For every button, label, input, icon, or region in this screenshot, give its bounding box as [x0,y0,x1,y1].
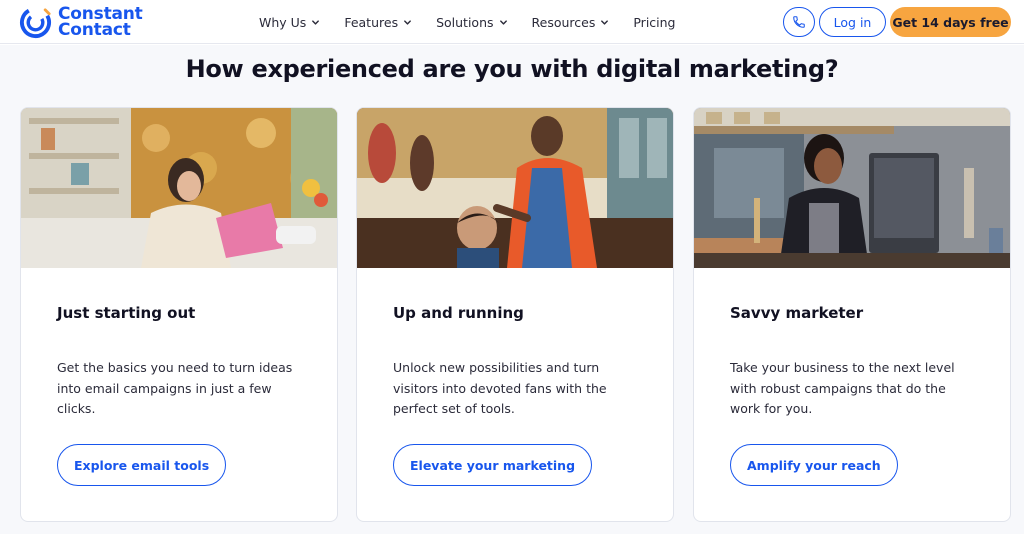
chevron-down-icon [601,19,609,25]
brand-logo[interactable]: Constant Contact [19,4,149,40]
phone-icon [793,16,805,28]
nav-item-resources[interactable]: Resources [532,15,610,30]
experience-card-intermediate: Up and running Unlock new possibilities … [356,107,674,522]
card-description: Take your business to the next level wit… [730,360,955,416]
amplify-your-reach-button[interactable]: Amplify your reach [730,444,898,486]
explore-email-tools-button[interactable]: Explore email tools [57,444,227,486]
brand-name: Constant Contact [58,6,143,40]
login-button[interactable]: Log in [819,7,886,37]
nav-item-pricing[interactable]: Pricing [633,15,675,30]
main-nav: Why Us Features Solutions Resources Pric… [259,0,676,44]
chevron-down-icon [312,19,320,25]
card-title: Just starting out [57,304,196,322]
free-trial-button[interactable]: Get 14 days free [890,7,1011,37]
nav-item-label: Features [344,14,399,30]
experience-card-advanced: Savvy marketer Take your business to the… [693,107,1011,522]
nav-item-label: Solutions [436,14,494,30]
brand-name-line2: Contact [58,20,131,40]
card-title: Savvy marketer [730,304,864,322]
woman-at-laptop-photo [21,108,337,268]
barber-with-child-photo [357,108,673,268]
phone-button[interactable] [783,7,815,37]
card-description: Unlock new possibilities and turn visito… [393,360,607,416]
card-title: Up and running [393,304,524,322]
nav-item-solutions[interactable]: Solutions [436,15,507,30]
elevate-your-marketing-button[interactable]: Elevate your marketing [393,444,593,486]
experience-card-beginner: Just starting out Get the basics you nee… [20,107,338,522]
page-heading: How experienced are you with digital mar… [185,55,839,83]
nav-item-label: Why Us [259,14,307,30]
nav-item-label: Pricing [633,14,676,30]
chevron-down-icon [499,19,507,25]
nav-item-features[interactable]: Features [344,15,412,30]
constant-contact-logo-icon [19,6,52,38]
card-description: Get the basics you need to turn ideas in… [57,360,293,416]
chevron-down-icon [404,19,411,25]
site-header: Constant Contact Why Us Features Solutio… [0,0,1024,44]
nav-item-why-us[interactable]: Why Us [259,15,320,30]
nav-item-label: Resources [531,14,596,30]
woman-at-counter-photo [694,108,1010,268]
